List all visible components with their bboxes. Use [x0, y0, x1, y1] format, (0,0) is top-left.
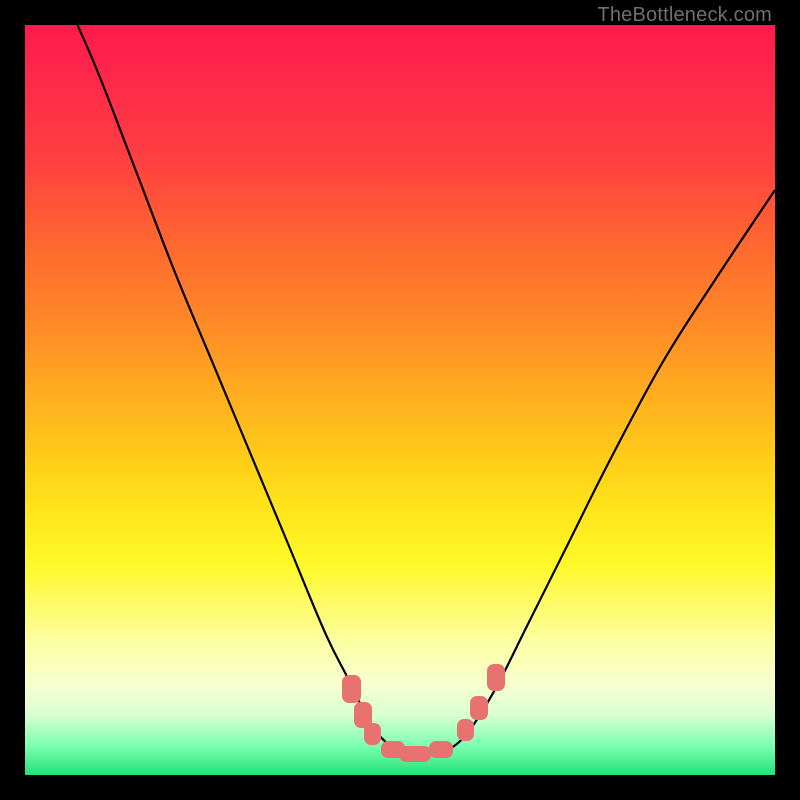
- data-marker: [487, 664, 506, 691]
- chart-plot-area: [25, 25, 775, 775]
- data-marker: [429, 741, 453, 758]
- data-marker: [399, 746, 431, 763]
- data-marker: [342, 675, 361, 704]
- data-marker: [364, 723, 381, 746]
- chart-frame: TheBottleneck.com: [0, 0, 800, 800]
- watermark-text: TheBottleneck.com: [597, 4, 772, 27]
- data-marker: [457, 719, 474, 742]
- data-markers-layer: [25, 25, 775, 775]
- data-marker: [470, 696, 488, 720]
